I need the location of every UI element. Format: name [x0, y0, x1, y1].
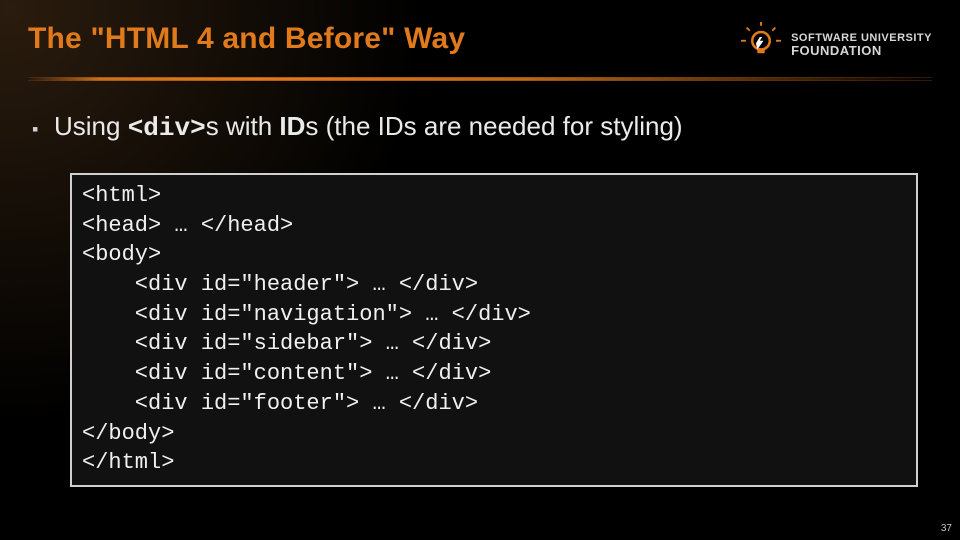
- slide-body: ▪ Using <div>s with IDs (the IDs are nee…: [28, 111, 932, 487]
- lightbulb-icon: [741, 22, 781, 67]
- page-number: 37: [941, 523, 952, 534]
- code-block-frame: <html> <head> … </head> <body> <div id="…: [70, 173, 918, 487]
- brand-text-line2: FOUNDATION: [791, 44, 932, 57]
- brand-text-line1: SOFTWARE UNIVERSITY: [791, 33, 932, 44]
- bullet-bold: ID: [279, 111, 305, 141]
- bullet-text: Using <div>s with IDs (the IDs are neede…: [54, 111, 683, 143]
- title-row: The "HTML 4 and Before" Way SOFTWARE UNI…: [28, 20, 932, 67]
- bullet-suffix: s (the IDs are needed for styling): [305, 111, 682, 141]
- title-divider: [28, 77, 932, 81]
- bullet-item: ▪ Using <div>s with IDs (the IDs are nee…: [32, 111, 928, 143]
- brand-logo: SOFTWARE UNIVERSITY FOUNDATION: [741, 22, 932, 67]
- bullet-marker: ▪: [32, 119, 46, 140]
- bullet-code: <div>: [128, 113, 206, 143]
- slide-title: The "HTML 4 and Before" Way: [28, 22, 465, 56]
- slide: The "HTML 4 and Before" Way SOFTWARE UNI…: [0, 0, 960, 540]
- bullet-prefix: Using: [54, 111, 128, 141]
- code-block: <html> <head> … </head> <body> <div id="…: [82, 181, 906, 478]
- brand-text: SOFTWARE UNIVERSITY FOUNDATION: [791, 33, 932, 57]
- bullet-mid: s with: [206, 111, 280, 141]
